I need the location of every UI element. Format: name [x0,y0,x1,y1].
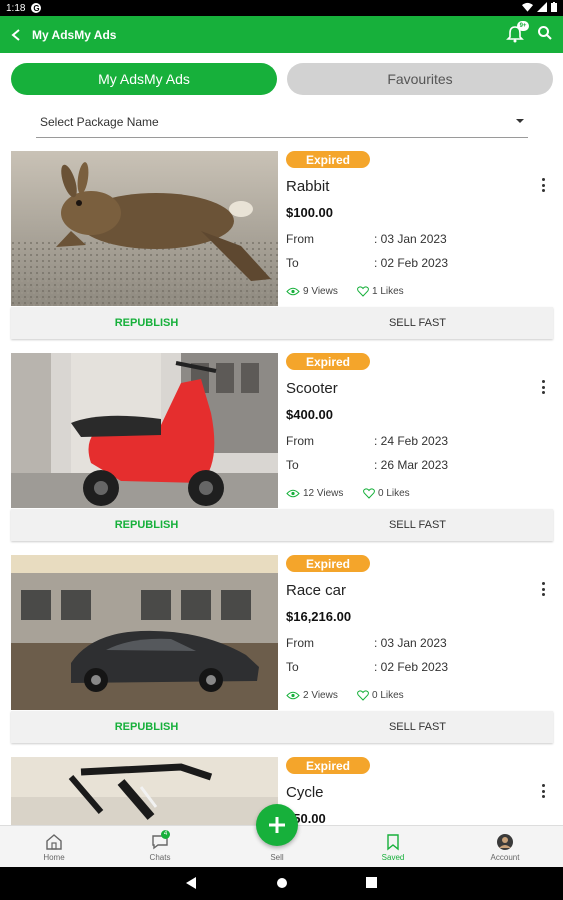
chats-badge: 4 [161,830,170,839]
nav-account-label: Account [490,853,520,862]
views-text: 12 Views [303,488,344,499]
likes-count: 0 Likes [357,690,404,701]
from-date: : 03 Jan 2023 [374,232,447,246]
ad-actions: REPUBLISH SELL FAST [11,307,553,339]
to-label: To [286,660,299,674]
eye-icon [286,489,300,498]
ad-photo-scooter[interactable] [11,353,278,508]
to-date: : 02 Feb 2023 [374,660,449,674]
back-arrow-icon[interactable] [8,27,24,43]
republish-button[interactable]: REPUBLISH [11,307,282,339]
ad-price: $400.00 [286,407,333,422]
ad-card-rabbit[interactable]: Expired Rabbit $100.00 From : 03 Jan 202… [11,151,553,339]
from-label: From [286,434,314,448]
republish-button[interactable]: REPUBLISH [11,711,282,743]
likes-text: 0 Likes [378,488,410,499]
page-title: My AdsMy Ads [32,27,117,42]
sell-fast-button[interactable]: SELL FAST [282,307,553,339]
more-options-icon[interactable] [539,582,547,596]
google-app-icon: G [31,3,42,13]
package-select-label: Select Package Name [40,115,159,129]
sell-fast-button[interactable]: SELL FAST [282,509,553,541]
sell-fast-button[interactable]: SELL FAST [282,711,553,743]
app-bar: My AdsMy Ads 9+ [0,16,563,53]
status-badge: Expired [286,757,370,774]
from-date: : 03 Jan 2023 [374,636,447,650]
ad-actions: REPUBLISH SELL FAST [11,509,553,541]
ad-title: Rabbit [286,178,330,195]
views-count: 2 Views [286,690,338,701]
more-options-icon[interactable] [539,784,547,798]
battery-icon [551,2,557,12]
status-badge: Expired [286,353,370,370]
ad-actions: REPUBLISH SELL FAST [11,711,553,743]
likes-count: 0 Likes [363,488,410,499]
views-text: 9 Views [303,286,338,297]
from-label: From [286,232,314,246]
eye-icon [286,287,300,296]
views-count: 9 Views [286,286,338,297]
from-label: From [286,636,314,650]
nav-home[interactable]: Home [24,826,84,868]
plus-icon [269,817,285,833]
home-icon [46,834,62,850]
views-text: 2 Views [303,690,338,701]
likes-text: 1 Likes [372,286,404,297]
ad-title: Scooter [286,380,338,397]
to-label: To [286,458,299,472]
eye-icon [286,691,300,700]
heart-icon [363,488,375,499]
wifi-icon [522,2,533,12]
heart-icon [357,286,369,297]
nav-home-label: Home [43,853,65,862]
ad-title: Cycle [286,784,324,801]
sell-fab-button[interactable] [256,804,298,846]
likes-count: 1 Likes [357,286,404,297]
search-icon[interactable] [537,25,553,41]
status-bar: 1:18 G [0,0,563,16]
status-badge: Expired [286,555,370,572]
to-date: : 02 Feb 2023 [374,256,449,270]
system-back-icon[interactable] [186,877,196,889]
ad-card-scooter[interactable]: Expired Scooter $400.00 From : 24 Feb 20… [11,353,553,541]
status-badge: Expired [286,151,370,168]
nav-saved-label: Saved [381,853,405,862]
nav-chats-label: Chats [149,853,171,862]
ad-price: $100.00 [286,205,333,220]
package-select-dropdown[interactable]: Select Package Name [36,107,528,138]
ad-photo-race-car[interactable] [11,555,278,710]
avatar [497,834,513,850]
ad-title: Race car [286,582,347,599]
ad-photo-rabbit[interactable] [11,151,278,306]
heart-icon [357,690,369,701]
more-options-icon[interactable] [539,178,547,192]
tab-bar: My AdsMy Ads Favourites [11,63,553,95]
chevron-down-icon [516,119,524,123]
ad-card-race-car[interactable]: Expired Race car $16,216.00 From : 03 Ja… [11,555,553,743]
nav-sell-label: Sell [270,853,284,862]
system-home-icon[interactable] [276,877,288,889]
from-date: : 24 Feb 2023 [374,434,449,448]
system-recents-icon[interactable] [366,877,377,888]
to-label: To [286,256,299,270]
bookmark-icon [387,834,399,851]
more-options-icon[interactable] [539,380,547,394]
chat-icon: 4 [151,830,170,851]
notification-badge: 9+ [517,21,529,31]
republish-button[interactable]: REPUBLISH [11,509,282,541]
tab-my-ads[interactable]: My AdsMy Ads [11,63,277,95]
likes-text: 0 Likes [372,690,404,701]
signal-icon [537,2,547,12]
nav-account[interactable]: Account [475,826,535,868]
status-icons [522,2,557,12]
status-time: 1:18 [6,2,26,14]
ad-price: $16,216.00 [286,609,352,624]
tab-favourites[interactable]: Favourites [287,63,553,95]
nav-chats[interactable]: 4 Chats [130,826,190,868]
system-navigation-bar [0,867,563,900]
views-count: 12 Views [286,488,343,499]
to-date: : 26 Mar 2023 [374,458,449,472]
ad-photo-cycle[interactable] [11,757,278,825]
nav-saved[interactable]: Saved [363,826,423,868]
